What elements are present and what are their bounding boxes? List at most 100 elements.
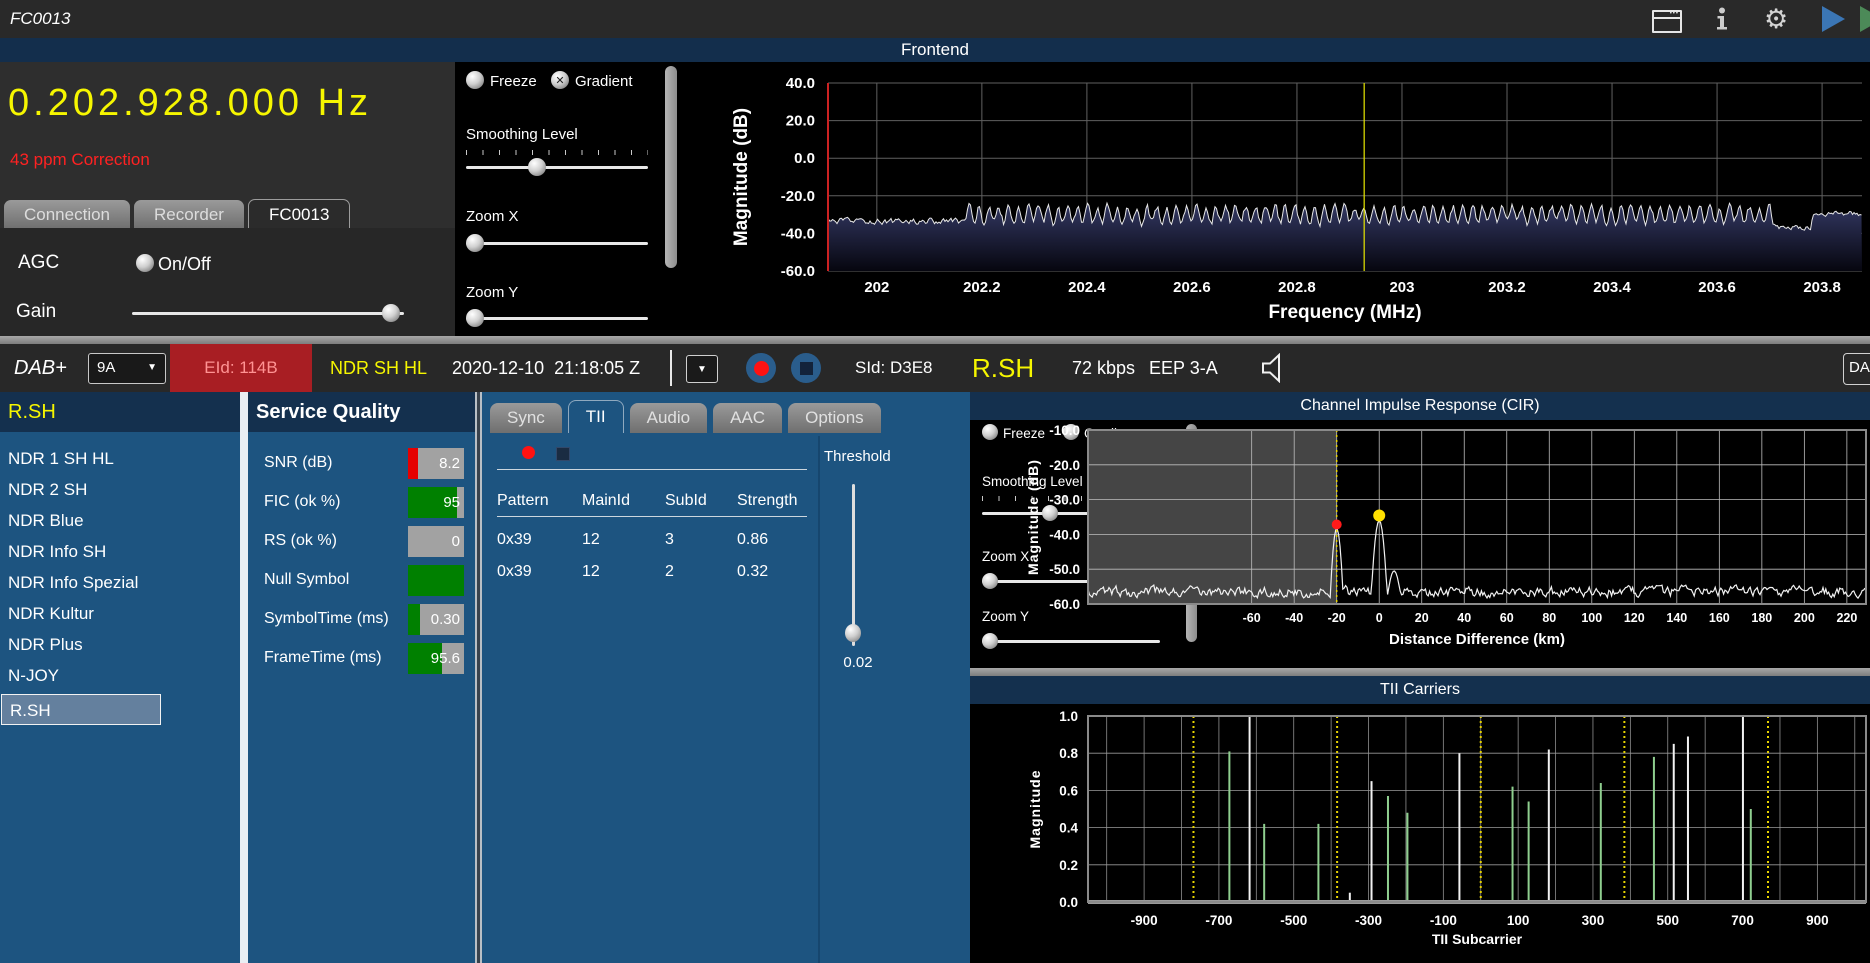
cir-freeze-radio[interactable] xyxy=(982,424,998,440)
separator-line xyxy=(497,469,807,470)
frontend-section-header: Frontend xyxy=(0,38,1870,62)
cir-zoomx-label: Zoom X xyxy=(982,549,1030,564)
sq-row-label: SymbolTime (ms) xyxy=(264,610,389,627)
horizontal-splitter[interactable] xyxy=(0,336,1870,344)
sq-row-label: FrameTime (ms) xyxy=(264,649,382,666)
recorder-dropdown-button[interactable]: ▼ xyxy=(686,355,718,383)
service-item[interactable]: R.SH xyxy=(1,694,161,725)
panel-divider xyxy=(818,436,820,963)
frontend-smoothing-label: Smoothing Level xyxy=(466,126,578,143)
frontend-tab-fc0013[interactable]: FC0013 xyxy=(247,199,351,230)
frontend-tab-connection[interactable]: Connection xyxy=(4,200,131,229)
tii-cell: 2 xyxy=(665,563,674,580)
sq-row-label: SNR (dB) xyxy=(264,454,333,471)
agc-onoff-label: On/Off xyxy=(158,254,211,274)
sq-bar-value: 8.2 xyxy=(439,455,460,472)
tab-aac[interactable]: AAC xyxy=(713,403,783,433)
frontend-tab-bar: Connection Recorder FC0013 xyxy=(4,198,351,230)
sq-row-label: FIC (ok %) xyxy=(264,493,341,510)
tab-tii[interactable]: TII xyxy=(567,400,624,433)
tii-carriers-section-header: TII Carriers xyxy=(970,676,1870,704)
cir-zoomy-handle[interactable] xyxy=(982,633,998,649)
threshold-slider-handle[interactable] xyxy=(845,624,861,642)
gain-slider-handle[interactable] xyxy=(382,304,400,322)
frontend-zoomy-slider[interactable] xyxy=(466,309,648,327)
frontend-smoothing-handle[interactable] xyxy=(528,158,546,176)
frontend-tab-recorder[interactable]: Recorder xyxy=(134,200,244,229)
service-item[interactable]: NDR 2 SH xyxy=(0,474,248,505)
frontend-freeze-radio[interactable] xyxy=(466,71,484,89)
record-button[interactable] xyxy=(746,353,776,383)
channel-select[interactable]: 9A ▼ xyxy=(88,353,166,384)
service-item[interactable]: NDR Info SH xyxy=(0,536,248,567)
cir-smoothing-handle[interactable] xyxy=(1042,505,1058,521)
speaker-icon[interactable] xyxy=(1260,352,1288,384)
dab-toggle-button[interactable]: DAB xyxy=(1843,353,1870,385)
smoothing-tickmarks xyxy=(982,496,1160,501)
title-bar: FC0013 ••• ⚙ xyxy=(0,0,1870,38)
sq-bar-fill xyxy=(408,604,421,635)
service-quality-title: Service Quality xyxy=(248,392,483,432)
sq-bar-value: 95.6 xyxy=(430,650,460,667)
tii-col-header: MainId xyxy=(582,492,631,509)
tab-audio[interactable]: Audio xyxy=(629,403,708,433)
vertical-splitter[interactable] xyxy=(475,392,482,963)
ensemble-id-badge: EId: 114B xyxy=(170,344,312,392)
tii-stop-indicator[interactable] xyxy=(556,447,570,461)
frontend-gradient-radio[interactable] xyxy=(551,71,569,89)
info-icon[interactable] xyxy=(1714,7,1730,32)
gain-label: Gain xyxy=(16,301,57,322)
play-secondary-icon[interactable] xyxy=(1860,6,1870,32)
sq-row-label: Null Symbol xyxy=(264,571,350,588)
dab-status-bar: DAB+ 9A ▼ EId: 114B NDR SH HL 2020-12-10… xyxy=(0,344,1870,392)
tab-options[interactable]: Options xyxy=(788,403,881,433)
cir-zoomx-slider[interactable] xyxy=(982,572,1160,590)
threshold-slider[interactable] xyxy=(852,484,855,646)
frontend-zoomx-handle[interactable] xyxy=(466,234,484,252)
window-layout-icon[interactable]: ••• xyxy=(1652,10,1682,33)
sq-bar-value: 0.30 xyxy=(430,611,460,628)
play-icon[interactable] xyxy=(1822,6,1845,32)
service-item[interactable]: NDR Plus xyxy=(0,629,248,660)
decoder-panel xyxy=(482,392,970,963)
sq-bar-value: 0 xyxy=(451,533,460,550)
datetime-label: 2020-12-10 21:18:05 Z xyxy=(452,358,641,378)
cir-zoomy-label: Zoom Y xyxy=(982,609,1030,624)
sq-bar-fill xyxy=(408,565,464,596)
threshold-value: 0.02 xyxy=(843,654,873,671)
tii-record-indicator[interactable] xyxy=(522,446,535,459)
cir-zoomx-handle[interactable] xyxy=(982,573,998,589)
tii-cell: 0x39 xyxy=(497,531,532,548)
cir-gradient-radio[interactable] xyxy=(1063,424,1079,440)
sq-row-bar: 95 xyxy=(408,487,464,518)
cir-zoomy-slider[interactable] xyxy=(982,632,1160,650)
stop-button[interactable] xyxy=(791,353,821,383)
frontend-zoomx-slider[interactable] xyxy=(466,234,648,252)
service-item[interactable]: NDR Info Spezial xyxy=(0,567,248,598)
frontend-freeze-label: Freeze xyxy=(490,73,537,90)
decoder-tab-bar: Sync TII Audio AAC Options xyxy=(490,400,881,433)
service-item[interactable]: N-JOY xyxy=(0,660,248,691)
ppm-correction: 43 ppm Correction xyxy=(10,150,150,169)
app-window: { "titlebar": {"title": "FC0013"}, "fron… xyxy=(0,0,1870,963)
frontend-zoomy-label: Zoom Y xyxy=(466,284,519,301)
frontend-zoomy-handle[interactable] xyxy=(466,309,484,327)
cir-gradient-label: Gradient xyxy=(1084,426,1136,441)
cir-scrollbar[interactable] xyxy=(1186,424,1197,642)
settings-gear-icon[interactable]: ⚙ xyxy=(1764,1,1788,37)
gain-slider[interactable] xyxy=(132,304,404,322)
agc-radio[interactable] xyxy=(136,254,154,272)
table-header-underline xyxy=(497,516,807,517)
frequency-display: 0.202.928.000 Hz xyxy=(8,82,373,124)
protection-level: EEP 3-A xyxy=(1149,358,1218,378)
service-item[interactable]: NDR Kultur xyxy=(0,598,248,629)
service-item[interactable]: NDR 1 SH HL xyxy=(0,443,248,474)
selected-service-header: R.SH xyxy=(0,392,248,432)
frontend-scrollbar[interactable] xyxy=(665,66,677,268)
cir-section-header: Channel Impulse Response (CIR) xyxy=(970,392,1870,420)
tab-sync[interactable]: Sync xyxy=(490,403,562,433)
horizontal-splitter[interactable] xyxy=(970,668,1870,676)
service-item[interactable]: NDR Blue xyxy=(0,505,248,536)
cir-smoothing-slider[interactable] xyxy=(982,504,1160,522)
frontend-smoothing-slider[interactable] xyxy=(466,158,648,176)
